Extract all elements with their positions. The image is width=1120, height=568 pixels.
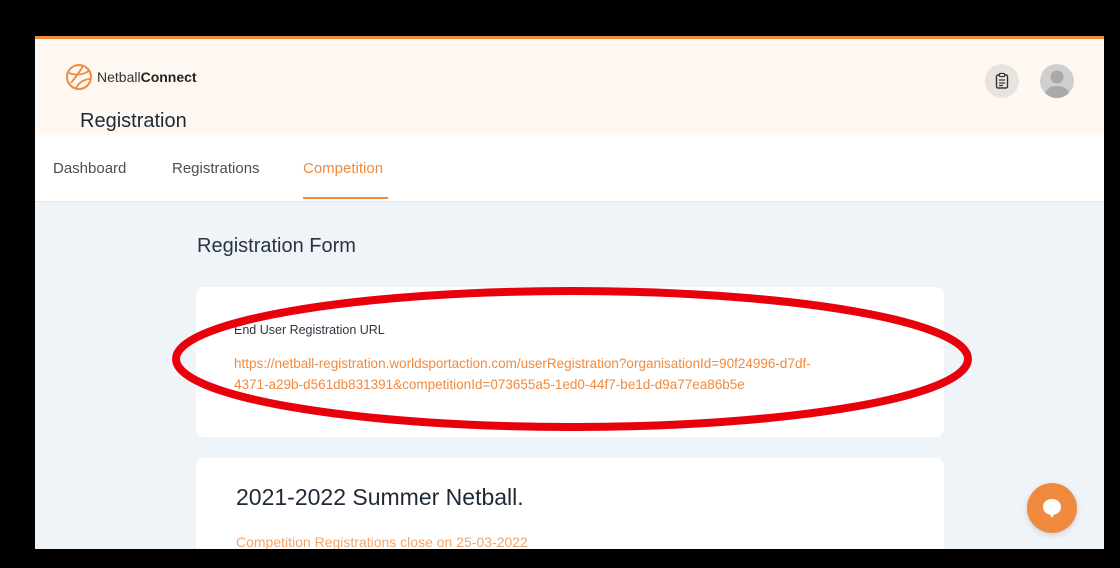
tab-competition[interactable]: Competition: [303, 160, 383, 177]
chat-icon: [1043, 499, 1061, 518]
main-nav: Dashboard Registrations Competition: [35, 135, 1104, 202]
registration-url-link[interactable]: https://netball-registration.worldsporta…: [234, 353, 914, 395]
url-line-2: 4371-a29b-d561db831391&competitionId=073…: [234, 377, 745, 392]
tab-dashboard[interactable]: Dashboard: [53, 160, 126, 177]
chat-button[interactable]: [1027, 483, 1077, 533]
registration-url-card: End User Registration URL https://netbal…: [196, 287, 944, 437]
app-window: NetballConnect Registration Dashboard Re…: [35, 36, 1104, 549]
url-label: End User Registration URL: [234, 323, 385, 337]
registration-close-text: Competition Registrations close on 25-03…: [236, 534, 528, 549]
tab-registrations[interactable]: Registrations: [172, 160, 260, 177]
user-avatar-icon: [1045, 70, 1069, 98]
brand-logo[interactable]: NetballConnect: [65, 63, 197, 91]
section-title: Registration Form: [197, 235, 356, 257]
url-line-1: https://netball-registration.worldsporta…: [234, 356, 811, 371]
active-tab-indicator: [303, 197, 388, 199]
competition-name: 2021-2022 Summer Netball.: [236, 484, 524, 510]
competition-card: 2021-2022 Summer Netball. Competition Re…: [196, 458, 944, 549]
clipboard-icon: [995, 72, 1009, 89]
top-header: NetballConnect Registration: [35, 36, 1104, 135]
brand-name: NetballConnect: [97, 69, 197, 85]
clipboard-button[interactable]: [985, 64, 1019, 98]
netball-logo-icon: [66, 64, 92, 90]
user-avatar[interactable]: [1040, 64, 1074, 98]
page-title: Registration: [80, 110, 187, 132]
